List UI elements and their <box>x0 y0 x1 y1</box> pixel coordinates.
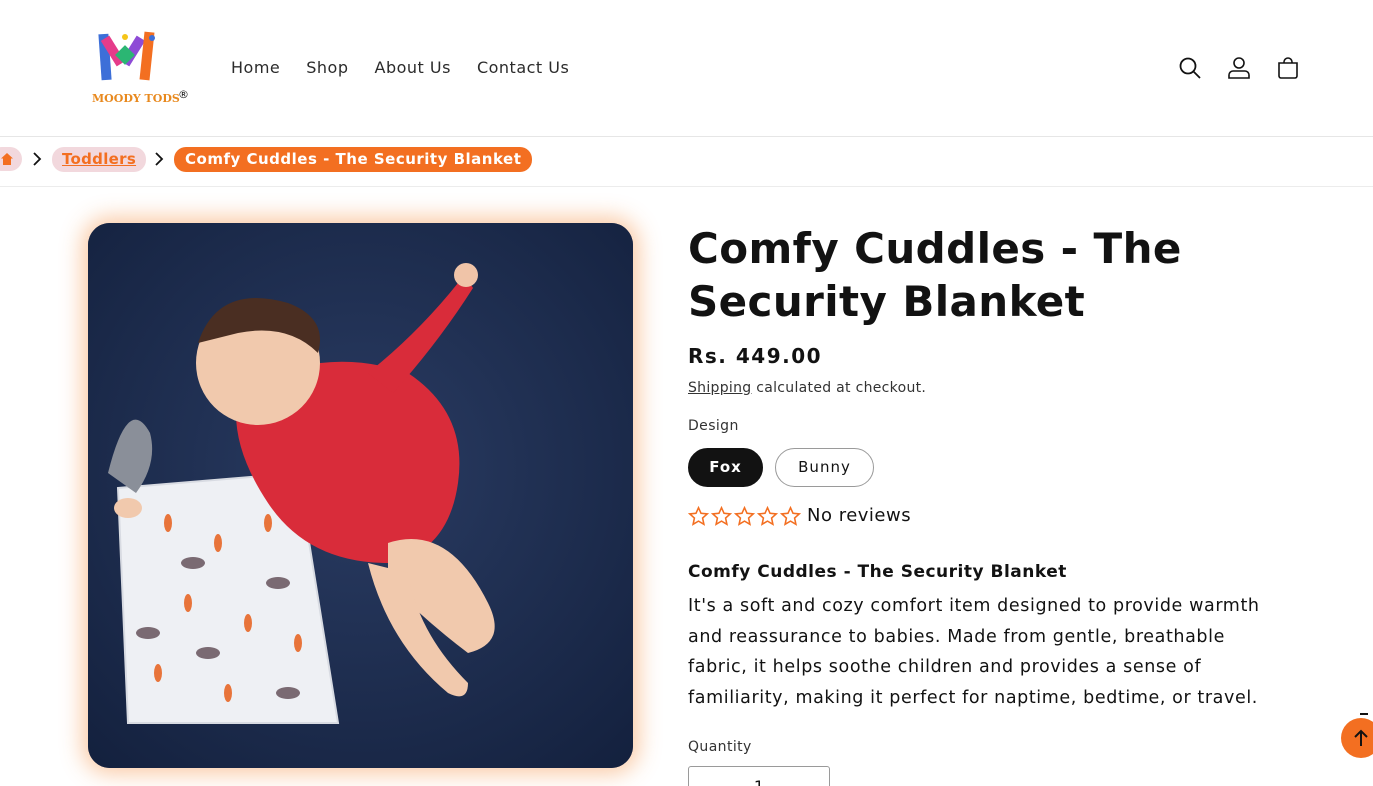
nav-contact-us[interactable]: Contact Us <box>464 56 582 80</box>
cart-icon[interactable] <box>1274 48 1301 88</box>
arrow-up-icon <box>1354 729 1368 746</box>
product-title: Comfy Cuddles - The Security Blanket <box>688 224 1182 326</box>
star-empty-icon <box>757 505 778 526</box>
breadcrumb-current: Comfy Cuddles - The Security Blanket <box>174 147 533 172</box>
rating-stars <box>688 505 801 526</box>
star-empty-icon <box>734 505 755 526</box>
product-description: It's a soft and cozy comfort item design… <box>688 596 1260 708</box>
account-icon[interactable] <box>1225 48 1252 88</box>
shipping-note: Shipping calculated at checkout. <box>688 380 926 396</box>
design-label: Design <box>688 418 739 434</box>
site-header: MOODY TODS ® Home Shop About Us Contact … <box>0 0 1373 137</box>
star-empty-icon <box>711 505 732 526</box>
chevron-right-icon <box>155 152 164 166</box>
design-option-fox[interactable]: Fox <box>688 448 763 487</box>
nav-shop[interactable]: Shop <box>293 56 361 80</box>
quantity-stepper[interactable]: 1 <box>688 766 830 786</box>
shipping-link[interactable]: Shipping <box>688 380 751 396</box>
product-rating[interactable]: No reviews <box>688 505 911 526</box>
product-image[interactable] <box>88 223 633 768</box>
scroll-to-top-button[interactable] <box>1341 718 1373 758</box>
breadcrumb: Toddlers Comfy Cuddles - The Security Bl… <box>0 138 1373 187</box>
moody-tods-logo[interactable]: MOODY TODS ® <box>88 28 190 110</box>
nav-about-us[interactable]: About Us <box>362 56 464 80</box>
edge-mark <box>1360 713 1368 715</box>
quantity-value[interactable]: 1 <box>689 777 829 786</box>
quantity-label: Quantity <box>688 739 752 755</box>
chevron-right-icon <box>33 152 42 166</box>
reviews-count: No reviews <box>807 505 912 526</box>
breadcrumb-home[interactable] <box>0 147 22 171</box>
shipping-text: calculated at checkout. <box>751 380 927 396</box>
nav-home[interactable]: Home <box>218 56 293 80</box>
breadcrumb-toddlers[interactable]: Toddlers <box>52 147 147 172</box>
design-option-bunny[interactable]: Bunny <box>775 448 874 487</box>
main-nav: Home Shop About Us Contact Us <box>218 56 582 80</box>
search-icon[interactable] <box>1176 48 1203 88</box>
star-empty-icon <box>780 505 801 526</box>
header-icons <box>1176 48 1301 88</box>
product-price: Rs. 449.00 <box>688 344 823 368</box>
description-title: Comfy Cuddles - The Security Blanket <box>688 562 1067 582</box>
home-icon <box>1 153 13 165</box>
logo-text: MOODY TODS <box>92 92 180 105</box>
svg-text:®: ® <box>178 88 189 101</box>
star-empty-icon <box>688 505 709 526</box>
